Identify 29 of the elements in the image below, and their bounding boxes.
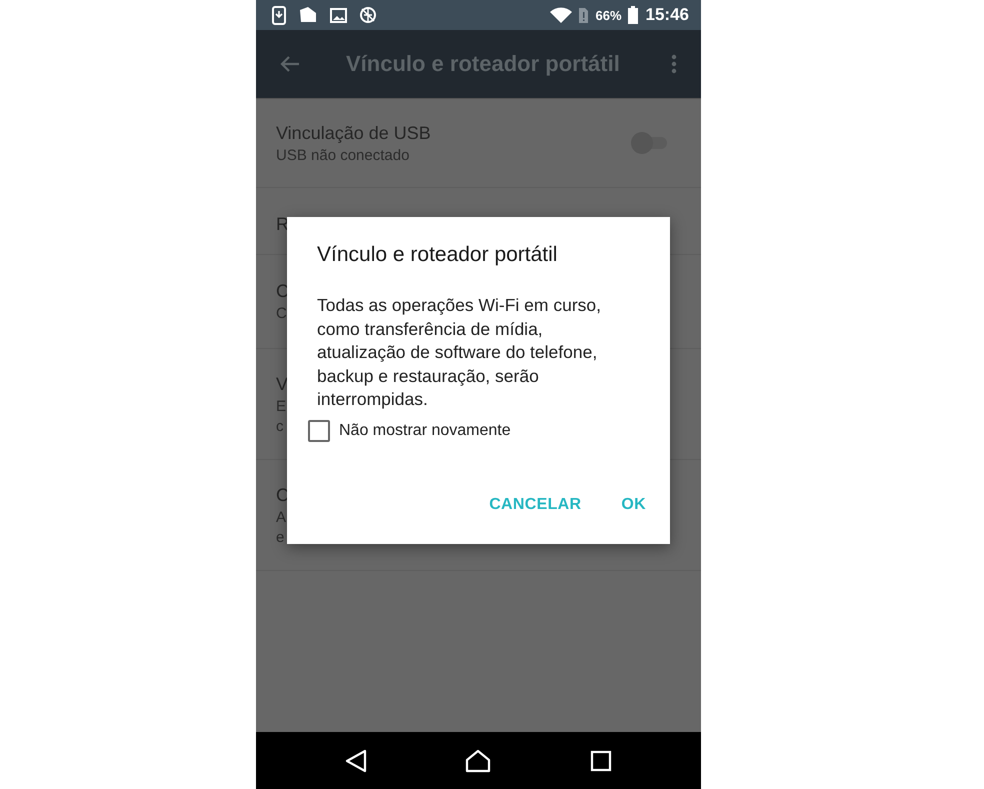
clock-time: 15:46 [646, 5, 689, 25]
back-icon[interactable] [345, 748, 368, 772]
dialog-message: Todas as operações Wi-Fi em curso, como transferência de mídia, atualização de software do telefone, backup e restauração, serão interrompidas. [317, 294, 602, 411]
setting-description: E [276, 398, 286, 414]
wifi-icon [550, 6, 572, 24]
setting-title: V [276, 374, 288, 394]
dialog-button[interactable]: CANCELAR [479, 488, 592, 522]
home-icon[interactable] [465, 748, 492, 772]
battery-icon [628, 6, 638, 24]
more-options-icon[interactable] [671, 54, 677, 74]
battery-percent: 66% [595, 8, 622, 22]
recent-apps-icon[interactable] [590, 750, 612, 772]
setting-description: C [276, 305, 287, 322]
setting-title: R [276, 214, 289, 235]
sim-alert-icon [578, 6, 590, 24]
setting-description: e [276, 528, 284, 546]
setting-title: Vinculação de USB [276, 122, 431, 144]
image-icon [330, 8, 347, 22]
checkbox[interactable] [308, 420, 330, 442]
dialog-button[interactable]: OK [611, 488, 656, 522]
screen-title: Vínculo e roteador portátil [346, 51, 621, 77]
setting-description: USB não conectado [276, 146, 410, 164]
checkbox-label[interactable]: Não mostrar novamente [339, 422, 511, 440]
dialog-title: Vínculo e roteador portátil [317, 243, 558, 267]
setting-description: c [276, 418, 284, 434]
phone-download-icon [272, 6, 286, 24]
blocked-globe-icon [359, 6, 377, 24]
back-arrow-icon[interactable] [280, 55, 300, 73]
setting-description: A [276, 508, 286, 526]
